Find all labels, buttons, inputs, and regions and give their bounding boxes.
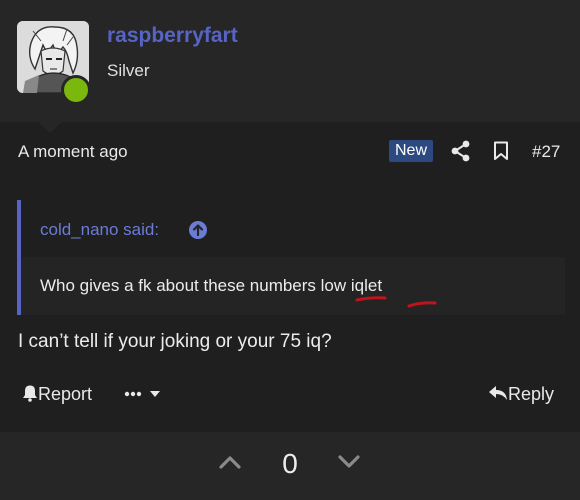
more-options-button[interactable] [124,386,164,407]
alert-bell-icon [22,384,38,407]
reply-label: Reply [508,384,555,404]
bookmark-icon[interactable] [493,141,509,166]
post-number-link[interactable]: #27 [532,142,560,162]
reply-button[interactable]: Reply [488,384,554,407]
online-status-indicator [61,75,91,105]
quote-author-link[interactable]: cold_nano said: [40,220,159,240]
chevron-down-icon [150,391,160,397]
report-button[interactable]: Report [22,384,92,407]
post-timestamp[interactable]: A moment ago [18,142,128,162]
share-icon[interactable] [451,140,471,167]
report-label: Report [38,384,93,404]
header-pointer [37,121,63,133]
vote-count: 0 [282,448,298,479]
reply-icon [488,384,508,407]
post-body-text: I can’t tell if your joking or your 75 i… [18,331,332,352]
quote-block: cold_nano said: Who gives a fk about the… [17,200,565,315]
more-dots-icon [124,391,142,397]
user-rank: Silver [107,61,150,80]
post-author-header: raspberryfart Silver [0,0,580,122]
new-badge: New [389,140,434,162]
downvote-chevron-icon[interactable] [337,453,361,476]
arrow-up-circle-icon[interactable] [188,220,208,240]
upvote-chevron-icon[interactable] [218,453,242,476]
username-link[interactable]: raspberryfart [107,24,238,48]
red-underline-marks [355,296,437,308]
quote-text: Who gives a fk about these numbers low i… [40,276,383,295]
quote-header: cold_nano said: [21,200,565,257]
